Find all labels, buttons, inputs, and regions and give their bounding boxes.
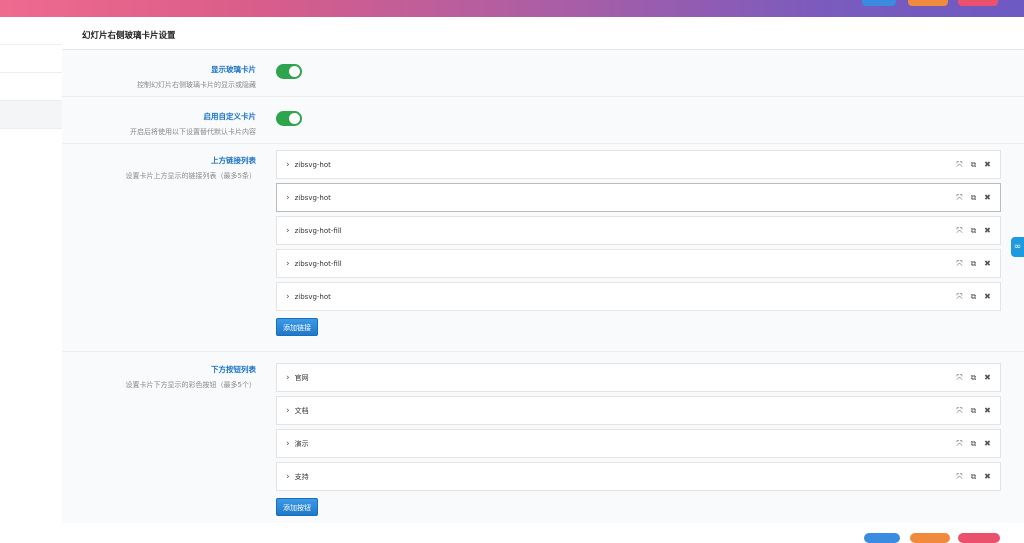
button-item-label: 支持 xyxy=(294,472,309,481)
chevron-right-icon: › xyxy=(286,159,290,170)
toggle-knob xyxy=(289,113,300,124)
sidebar xyxy=(0,17,62,537)
close-icon[interactable]: ✖ xyxy=(983,373,992,382)
top-button-red[interactable] xyxy=(958,0,998,6)
chevron-right-icon: › xyxy=(286,291,290,302)
toggle-knob xyxy=(289,66,300,77)
link-item-label: zibsvg-hot-fill xyxy=(294,226,342,235)
expand-icon[interactable]: ⤧ xyxy=(955,373,964,382)
link-item-label: zibsvg-hot xyxy=(294,193,331,202)
close-icon[interactable]: ✖ xyxy=(983,472,992,481)
field-title: 上方链接列表 xyxy=(211,156,256,165)
copy-icon[interactable]: ⧉ xyxy=(969,160,978,169)
close-icon[interactable]: ✖ xyxy=(983,193,992,202)
expand-icon[interactable]: ⤧ xyxy=(955,406,964,415)
button-item-label: 演示 xyxy=(294,439,309,448)
button-item[interactable]: › 文档 ⤧ ⧉ ✖ xyxy=(276,396,1001,425)
top-button-orange[interactable] xyxy=(908,0,948,6)
chevron-right-icon: › xyxy=(286,405,290,416)
copy-icon[interactable]: ⧉ xyxy=(969,193,978,202)
button-item[interactable]: › 支持 ⤧ ⧉ ✖ xyxy=(276,462,1001,491)
close-icon[interactable]: ✖ xyxy=(983,292,992,301)
link-item-label: zibsvg-hot xyxy=(294,160,331,169)
field-desc: 设置卡片下方显示的彩色按钮（最多5个） xyxy=(125,381,256,389)
add-button-button[interactable]: 添加按钮 xyxy=(276,498,318,516)
expand-icon[interactable]: ⤧ xyxy=(955,472,964,481)
expand-icon[interactable]: ⤧ xyxy=(955,292,964,301)
sidebar-item[interactable] xyxy=(0,45,62,73)
copy-icon[interactable]: ⧉ xyxy=(969,439,978,448)
button-item-label: 官网 xyxy=(294,373,309,382)
settings-panel: 幻灯片右侧玻璃卡片设置 显示玻璃卡片 控制幻灯片右侧玻璃卡片的显示或隐藏 启用自… xyxy=(62,17,1024,523)
top-button-blue[interactable] xyxy=(862,0,896,6)
button-item[interactable]: › 演示 ⤧ ⧉ ✖ xyxy=(276,429,1001,458)
link-item[interactable]: › zibsvg-hot ⤧ ⧉ ✖ xyxy=(276,282,1001,311)
sidebar-item[interactable] xyxy=(0,73,62,101)
bottom-button-blue[interactable] xyxy=(864,533,900,543)
top-header-banner xyxy=(0,0,1024,17)
field-desc: 控制幻灯片右侧玻璃卡片的显示或隐藏 xyxy=(137,81,256,89)
link-item-label: zibsvg-hot xyxy=(294,292,331,301)
link-item[interactable]: › zibsvg-hot-fill ⤧ ⧉ ✖ xyxy=(276,216,1001,245)
close-icon[interactable]: ✖ xyxy=(983,406,992,415)
close-icon[interactable]: ✖ xyxy=(983,226,992,235)
field-title: 启用自定义卡片 xyxy=(203,112,257,121)
add-link-button[interactable]: 添加链接 xyxy=(276,318,318,336)
copy-icon[interactable]: ⧉ xyxy=(969,373,978,382)
copy-icon[interactable]: ⧉ xyxy=(969,292,978,301)
custom-card-toggle[interactable] xyxy=(276,111,302,126)
link-item[interactable]: › zibsvg-hot-fill ⤧ ⧉ ✖ xyxy=(276,249,1001,278)
button-item[interactable]: › 官网 ⤧ ⧉ ✖ xyxy=(276,363,1001,392)
field-title: 显示玻璃卡片 xyxy=(211,65,256,74)
link-item-label: zibsvg-hot-fill xyxy=(294,259,342,268)
sidebar-item-active[interactable] xyxy=(0,101,62,129)
button-item-label: 文档 xyxy=(294,406,309,415)
close-icon[interactable]: ✖ xyxy=(983,160,992,169)
chevron-right-icon: › xyxy=(286,258,290,269)
expand-icon[interactable]: ⤧ xyxy=(955,160,964,169)
field-custom-card: 启用自定义卡片 开启后将使用以下设置替代默认卡片内容 xyxy=(62,97,1024,144)
field-desc: 设置卡片上方显示的链接列表（最多5条） xyxy=(125,172,256,180)
link-item[interactable]: › zibsvg-hot ⤧ ⧉ ✖ xyxy=(276,183,1001,212)
close-icon[interactable]: ✖ xyxy=(983,439,992,448)
chevron-right-icon: › xyxy=(286,225,290,236)
close-icon[interactable]: ✖ xyxy=(983,259,992,268)
bottom-button-orange[interactable] xyxy=(910,533,950,543)
chevron-right-icon: › xyxy=(286,471,290,482)
bottom-button-red[interactable] xyxy=(958,533,1000,543)
field-link-list: 上方链接列表 设置卡片上方显示的链接列表（最多5条） › zibsvg-hot … xyxy=(62,144,1024,352)
copy-icon[interactable]: ⧉ xyxy=(969,406,978,415)
field-desc: 开启后将使用以下设置替代默认卡片内容 xyxy=(130,128,256,136)
copy-icon[interactable]: ⧉ xyxy=(969,259,978,268)
field-show-card: 显示玻璃卡片 控制幻灯片右侧玻璃卡片的显示或隐藏 xyxy=(62,50,1024,97)
copy-icon[interactable]: ⧉ xyxy=(969,226,978,235)
expand-icon[interactable]: ⤧ xyxy=(955,226,964,235)
chevron-right-icon: › xyxy=(286,192,290,203)
field-title: 下方按钮列表 xyxy=(211,365,256,374)
show-card-toggle[interactable] xyxy=(276,64,302,79)
field-button-list: 下方按钮列表 设置卡片下方显示的彩色按钮（最多5个） › 官网 ⤧ ⧉ ✖ › 文档… xyxy=(62,352,1024,524)
link-item[interactable]: › zibsvg-hot ⤧ ⧉ ✖ xyxy=(276,150,1001,179)
expand-icon[interactable]: ⤧ xyxy=(955,439,964,448)
link-icon[interactable]: ∞ xyxy=(1011,237,1024,257)
section-title: 幻灯片右侧玻璃卡片设置 xyxy=(62,17,1024,50)
expand-icon[interactable]: ⤧ xyxy=(955,193,964,202)
chevron-right-icon: › xyxy=(286,438,290,449)
chevron-right-icon: › xyxy=(286,372,290,383)
sidebar-item[interactable] xyxy=(0,17,62,45)
copy-icon[interactable]: ⧉ xyxy=(969,472,978,481)
expand-icon[interactable]: ⤧ xyxy=(955,259,964,268)
